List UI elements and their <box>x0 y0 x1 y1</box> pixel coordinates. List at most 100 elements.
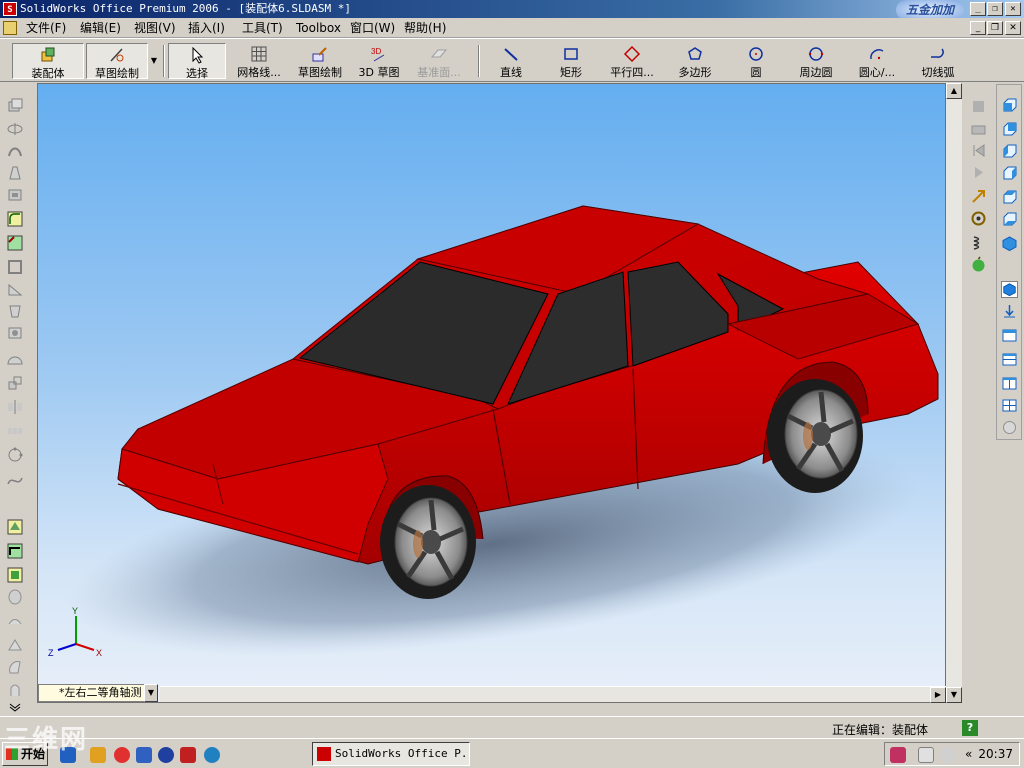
mirror-icon[interactable] <box>6 398 24 416</box>
close-button[interactable]: ✕ <box>1005 2 1021 16</box>
tangent-arc-button[interactable]: 切线弧 <box>916 43 960 79</box>
sketch-draw-2-button[interactable]: 草图绘制 <box>292 43 348 79</box>
trimetric-view-icon[interactable] <box>1001 281 1018 298</box>
clock[interactable]: 20:37 <box>978 747 1013 761</box>
perimeter-circle-button[interactable]: 周边圆 <box>792 43 840 79</box>
menu-toolbox[interactable]: Toolbox <box>296 21 341 35</box>
sweep-icon[interactable] <box>6 142 24 160</box>
back-view-icon[interactable] <box>1001 121 1018 138</box>
help-icon[interactable]: ? <box>962 720 978 736</box>
sheet-metal-icon[interactable] <box>6 542 24 560</box>
more-tools-chevron-icon[interactable] <box>6 702 24 712</box>
solidworks-app-icon[interactable]: S <box>3 2 17 16</box>
sketch-draw-button[interactable]: 草图绘制 <box>86 43 148 80</box>
printer-icon[interactable] <box>970 120 987 137</box>
play-icon[interactable] <box>970 164 987 181</box>
fillet-icon[interactable] <box>6 210 24 228</box>
view-orientation-field[interactable]: *左右二等角轴测 <box>38 684 158 702</box>
loft-icon[interactable] <box>6 164 24 182</box>
select-button[interactable]: 选择 <box>168 43 226 80</box>
restore-button[interactable]: ❐ <box>987 2 1003 16</box>
media-player-quicklaunch-icon[interactable] <box>158 747 174 763</box>
parallelogram-button[interactable]: 平行四... <box>602 43 662 79</box>
right-view-icon[interactable] <box>1001 165 1018 182</box>
solidworks-quicklaunch-icon[interactable] <box>180 747 196 763</box>
menu-insert[interactable]: 插入(I) <box>188 21 225 35</box>
document-icon[interactable] <box>3 21 17 35</box>
reference-geometry-icon[interactable] <box>6 518 24 536</box>
gravity-icon[interactable] <box>970 256 987 273</box>
freeform-icon[interactable] <box>6 658 24 676</box>
scroll-up-arrow-icon[interactable]: ▲ <box>946 83 962 99</box>
surfaces-icon[interactable] <box>6 612 24 630</box>
rewind-icon[interactable] <box>970 142 987 159</box>
stop-icon[interactable] <box>970 98 987 115</box>
rectangle-button[interactable]: 矩形 <box>548 43 594 79</box>
hole-icon[interactable] <box>6 324 24 342</box>
rotate-icon[interactable] <box>970 210 987 227</box>
menu-edit[interactable]: 编辑(E) <box>80 21 121 35</box>
top-view-icon[interactable] <box>1001 189 1018 206</box>
start-button[interactable]: 开始 <box>2 742 48 766</box>
weldments-icon[interactable] <box>6 566 24 584</box>
polygon-button[interactable]: 多边形 <box>670 43 720 79</box>
rib-icon[interactable] <box>6 280 24 298</box>
left-view-icon[interactable] <box>1001 143 1018 160</box>
doc-minimize-button[interactable]: _ <box>970 21 986 35</box>
front-view-icon[interactable] <box>1001 97 1018 114</box>
circle-button[interactable]: 圆 <box>740 43 772 79</box>
center-arc-button[interactable]: 圆心/... <box>850 43 904 79</box>
explorer-quicklaunch-icon[interactable] <box>136 747 152 763</box>
extrude-icon[interactable] <box>6 96 24 114</box>
shell-icon[interactable] <box>6 258 24 276</box>
flex-icon[interactable] <box>6 680 24 698</box>
linear-pattern-icon[interactable] <box>6 422 24 440</box>
folder-quicklaunch-icon[interactable] <box>90 747 106 763</box>
two-view-vertical-icon[interactable] <box>1001 375 1018 392</box>
mold-tools-icon[interactable] <box>6 588 24 606</box>
revolve-icon[interactable] <box>6 120 24 138</box>
messenger-quicklaunch-icon[interactable] <box>204 747 220 763</box>
doc-close-button[interactable]: ✕ <box>1005 21 1021 35</box>
title-bar[interactable]: S SolidWorks Office Premium 2006 - [装配体6… <box>0 0 1024 20</box>
tray-expand-chevron[interactable]: « <box>965 747 972 761</box>
bottom-view-icon[interactable] <box>1001 211 1018 228</box>
scroll-right-arrow-icon[interactable]: ▶ <box>930 687 946 703</box>
ie-quicklaunch-icon[interactable] <box>60 747 76 763</box>
grid-button[interactable]: 网格线... <box>230 43 288 79</box>
arrow-pointer-icon[interactable] <box>970 188 987 205</box>
menu-tools[interactable]: 工具(T) <box>242 21 283 35</box>
four-view-icon[interactable] <box>1001 397 1018 414</box>
line-button[interactable]: 直线 <box>488 43 534 79</box>
menu-file[interactable]: 文件(F) <box>26 21 66 35</box>
assembly-button[interactable]: 装配体 <box>12 43 84 80</box>
vertical-scrollbar[interactable]: ▲ ▼ <box>946 83 962 703</box>
dome-icon[interactable] <box>6 350 24 368</box>
solidworks-task-button[interactable]: SolidWorks Office P... <box>312 742 470 766</box>
chamfer-icon[interactable] <box>6 234 24 252</box>
scale-icon[interactable] <box>6 374 24 392</box>
minimize-button[interactable]: _ <box>970 2 986 16</box>
link-views-icon[interactable] <box>1001 419 1018 436</box>
car-model-render[interactable]: Y X Z <box>38 84 946 703</box>
toolbar-dropdown-arrow[interactable]: ▼ <box>148 43 160 79</box>
view-orientation-dropdown-button[interactable]: ▼ <box>144 684 158 702</box>
graphics-area[interactable]: Y X Z <box>37 83 946 703</box>
normal-to-icon[interactable] <box>1001 303 1018 320</box>
doc-restore-button[interactable]: ❐ <box>987 21 1003 35</box>
split-line-icon[interactable] <box>6 636 24 654</box>
sketch-3d-button[interactable]: 3D 3D 草图 <box>354 43 404 79</box>
draft-icon[interactable] <box>6 302 24 320</box>
single-view-icon[interactable] <box>1001 327 1018 344</box>
two-view-horizontal-icon[interactable] <box>1001 351 1018 368</box>
spring-icon[interactable] <box>970 234 987 251</box>
circular-pattern-icon[interactable] <box>6 446 24 464</box>
cut-extrude-icon[interactable] <box>6 186 24 204</box>
menu-view[interactable]: 视图(V) <box>134 21 176 35</box>
datum-plane-button[interactable]: 基准面... <box>408 43 470 79</box>
scroll-down-arrow-icon[interactable]: ▼ <box>946 687 962 703</box>
horizontal-scrollbar[interactable]: ▶ <box>160 686 946 703</box>
curves-icon[interactable] <box>6 472 24 490</box>
menu-window[interactable]: 窗口(W) <box>350 21 395 35</box>
browser-quicklaunch-icon[interactable] <box>114 747 130 763</box>
